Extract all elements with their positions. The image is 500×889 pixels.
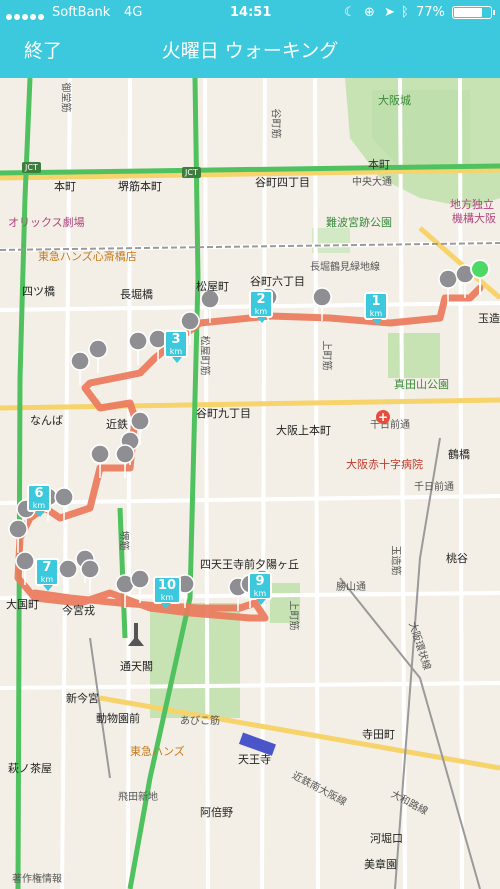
network-label: 4G [124,5,143,20]
map-label: 勝山通 [336,582,366,593]
map-label: 近鉄 [106,418,128,431]
naniwa-palace-park [312,228,350,253]
map-label: なんば [30,414,63,427]
tennoji-park [150,603,240,718]
map-label: 通天閣 [120,660,153,673]
copyright-link[interactable]: 著作権情報 [12,870,62,885]
page-title: 火曜日 ウォーキング [161,40,339,62]
map-label: 堺筋 [117,530,129,551]
map-label: 中央大通 [352,177,392,188]
map-label: 四天王寺前夕陽ヶ丘 [200,558,299,571]
map-label: 飛田新地 [118,792,158,803]
hospital-icon: + [376,410,390,424]
route-map[interactable]: 1 km 2 km 3 km 6 km 7 km 9 km 10 km JCT JCT 大阪城… [0,78,500,889]
battery-icon [452,6,495,19]
map-label: 天王寺 [238,753,271,766]
map-label: 桃谷 [446,552,468,565]
map-label: 東急ハンズ [130,745,185,758]
map-label: 鶴橋 [448,448,470,461]
map-label: 長堀橋 [120,288,153,301]
map-label: 長堀鶴見緑地線 [310,262,380,273]
moon-icon: ☾ [344,5,356,20]
map-label: 機構大阪 [452,212,496,225]
sanadayama-park [388,333,440,378]
km-marker-10[interactable]: 10 km [153,576,181,609]
map-label: 今宮戎 [62,604,95,617]
map-label: 真田山公園 [394,378,449,391]
map-label: 玉造 [478,312,500,325]
map-label: 谷町四丁目 [255,176,310,189]
battery-percent: 77% [416,5,445,20]
map-label: 玉造筋 [389,545,401,576]
map-label: 上町筋 [287,600,299,631]
map-label: 寺田町 [362,728,395,741]
status-bar: SoftBank 4G 14:51 ☾ ⊕ ➤ ᛒ 77% [0,0,500,26]
jct-badge: JCT [182,167,201,178]
jct-badge: JCT [22,162,41,173]
km-marker-9[interactable]: 9 km [248,572,272,605]
map-label: 谷町筋 [269,108,281,139]
map-label: 美章園 [364,858,397,871]
map-label: 大阪赤十字病院 [346,458,423,471]
map-label: 新今宮 [66,692,99,705]
map-label: 上町筋 [320,340,332,371]
map-label: 萩ノ茶屋 [8,762,52,775]
map-label: 大国町 [6,598,39,611]
map-label: オリックス劇場 [8,216,85,229]
bluetooth-icon: ᛒ [401,5,409,20]
map-label: 難波宮跡公園 [326,216,392,229]
map-label: 河堀口 [370,832,403,845]
map-label: 松屋町筋 [198,335,210,376]
km-marker-7[interactable]: 7 km [35,558,59,591]
map-label: 東急ハンズ心斎橋店 [38,250,137,263]
km-marker-3[interactable]: 3 km [164,330,188,363]
map-label: 本町 [368,158,390,171]
km-marker-1[interactable]: 1 km [364,292,388,325]
km-marker-6[interactable]: 6 km [27,484,51,517]
done-button[interactable]: 終了 [24,36,62,63]
location-icon: ➤ [384,5,395,20]
map-label: 谷町九丁目 [196,407,251,420]
map-label: あびこ筋 [180,716,220,727]
map-label: 松屋町 [196,280,229,293]
carrier-label: SoftBank [52,5,111,20]
map-label: 本町 [54,180,76,193]
signal-strength-icon [6,9,46,24]
km-marker-2[interactable]: 2 km [249,290,273,323]
rotation-lock-icon: ⊕ [364,5,375,20]
map-label: 御堂筋 [59,82,71,113]
map-label: 大阪城 [378,94,411,107]
map-label: 阿倍野 [200,806,233,819]
map-label: 四ツ橋 [22,285,55,298]
nav-bar: 火曜日 ウォーキング 終了 [0,26,500,78]
map-label: 大阪上本町 [276,424,331,437]
map-label: 谷町六丁目 [250,275,305,288]
clock: 14:51 [230,5,272,20]
map-label: 動物園前 [96,712,140,725]
map-label: 千日前通 [414,482,454,493]
map-label: 堺筋本町 [118,180,162,193]
